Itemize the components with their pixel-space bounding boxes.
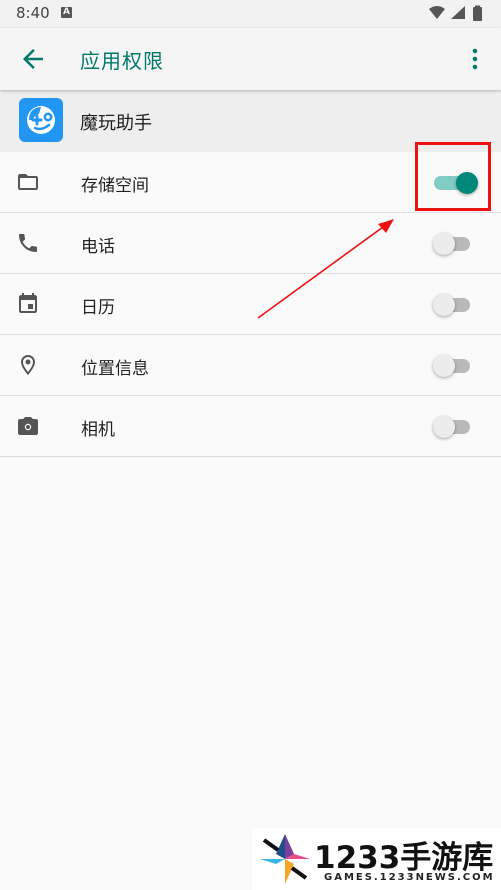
- more-vert-icon: [472, 48, 478, 70]
- wifi-icon: [429, 6, 445, 19]
- more-options-button[interactable]: [465, 45, 485, 73]
- permission-row-calendar[interactable]: 日历: [0, 274, 501, 335]
- phone-icon: [16, 231, 40, 255]
- permission-toggle[interactable]: [433, 416, 472, 438]
- folder-svg: [18, 174, 38, 190]
- permission-label: 电话: [81, 237, 115, 257]
- status-icons: [427, 5, 489, 27]
- camera-svg: [18, 417, 38, 435]
- watermark: 1233手游库 GAMES.1233NEWS.COM: [252, 828, 501, 890]
- watermark-url: GAMES.1233NEWS.COM: [324, 872, 495, 883]
- status-icons-svg: [429, 5, 482, 21]
- permission-toggle[interactable]: [433, 355, 472, 377]
- watermark-brand: 1233手游库: [314, 840, 494, 876]
- calendar-svg: [19, 293, 37, 313]
- page-title: 应用权限: [80, 49, 164, 73]
- annotation-highlight-box: [415, 142, 491, 211]
- signal-icon: [451, 6, 465, 19]
- arrow-left-icon: [23, 49, 43, 69]
- calendar-icon: [16, 292, 40, 316]
- permission-row-camera[interactable]: 相机: [0, 396, 501, 457]
- permission-row-phone[interactable]: 电话: [0, 213, 501, 274]
- notification-icon: A: [61, 7, 72, 18]
- permission-toggle[interactable]: [433, 294, 472, 316]
- back-button[interactable]: [18, 44, 48, 74]
- app-bar: 应用权限: [0, 28, 501, 90]
- phone-svg: [19, 234, 37, 252]
- location-icon: [16, 353, 40, 377]
- status-time: 8:40: [16, 4, 50, 22]
- permission-label: 相机: [81, 420, 115, 440]
- status-bar: 8:40 A: [0, 0, 501, 28]
- camera-icon: [16, 414, 40, 438]
- app-logo-icon: [19, 98, 63, 142]
- battery-icon: [473, 7, 482, 21]
- app-logo-svg: [27, 106, 55, 134]
- permission-toggle[interactable]: [433, 233, 472, 255]
- permission-label: 日历: [81, 298, 115, 318]
- app-name: 魔玩助手: [80, 113, 152, 134]
- location-svg: [21, 355, 35, 375]
- permission-label: 存储空间: [81, 176, 149, 196]
- folder-icon: [16, 170, 40, 194]
- permission-label: 位置信息: [81, 359, 149, 379]
- watermark-logo-icon: [260, 834, 310, 884]
- permission-row-location[interactable]: 位置信息: [0, 335, 501, 396]
